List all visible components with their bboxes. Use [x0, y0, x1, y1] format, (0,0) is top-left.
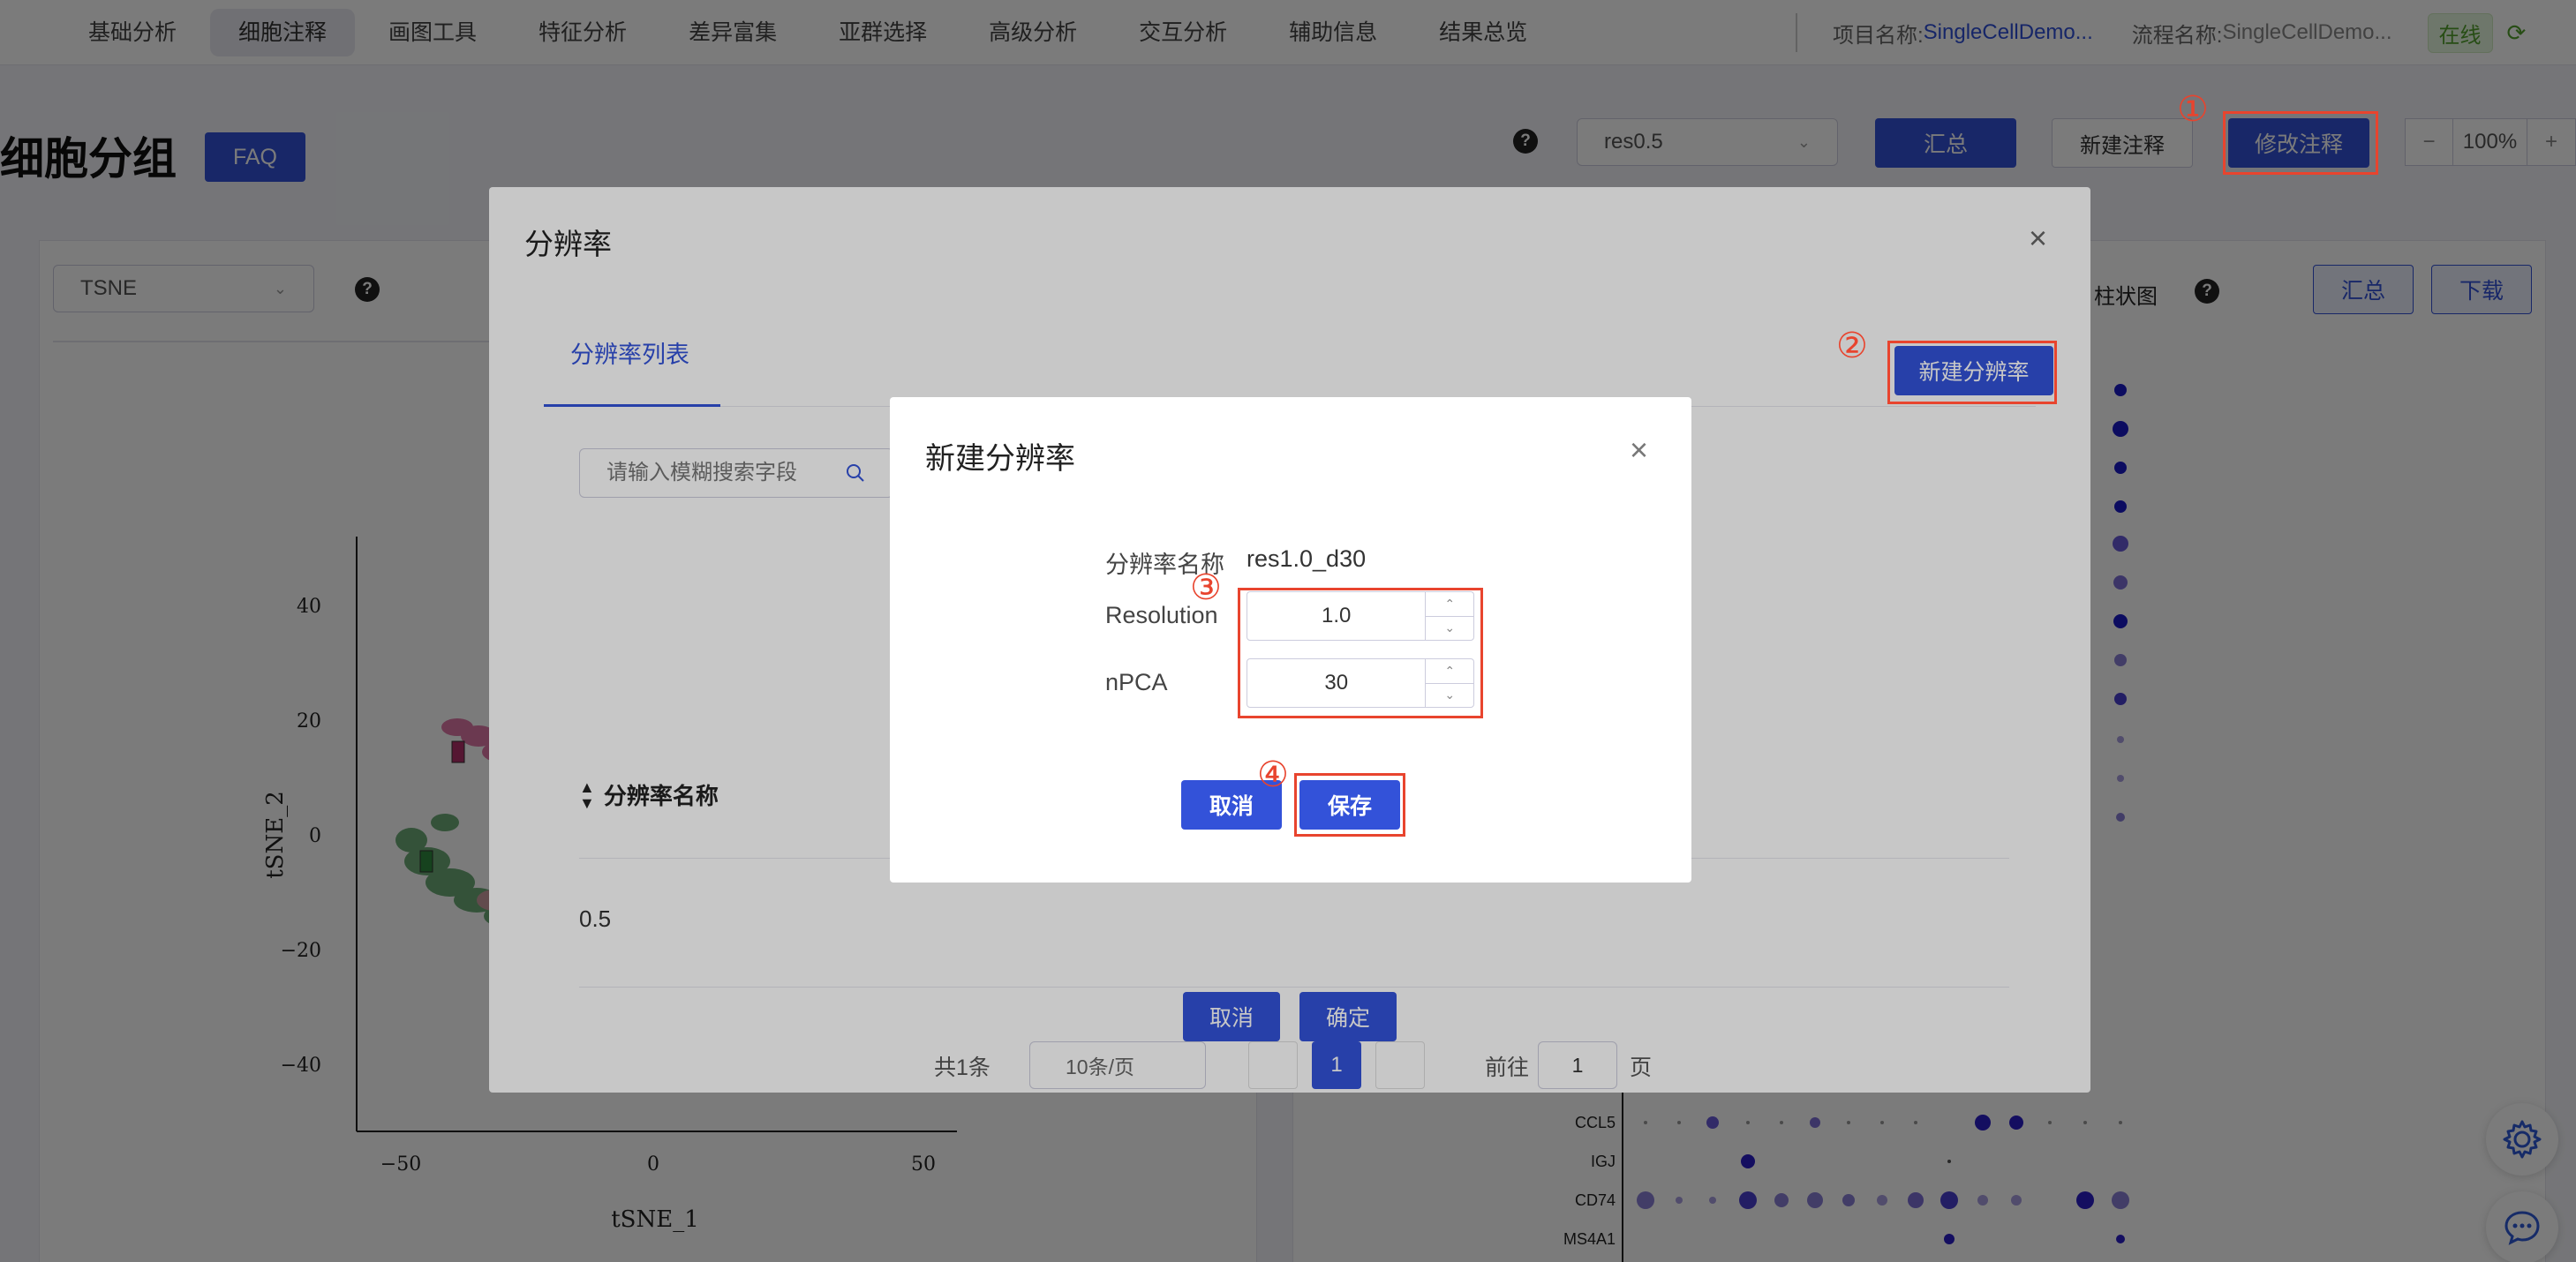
stepper-arrows: ⌃ ⌄ — [1426, 659, 1473, 707]
step-marker: ① — [2177, 89, 2209, 130]
npca-label: nPCA — [1105, 669, 1168, 695]
npca-input[interactable]: 30 — [1247, 659, 1427, 707]
resolution-name-value: res1.0_d30 — [1247, 545, 1367, 572]
chevron-up-icon[interactable]: ⌃ — [1426, 659, 1473, 684]
app-root: 基础分析 细胞注释 画图工具 特征分析 差异富集 亚群选择 高级分析 交互分析 … — [0, 0, 2576, 1262]
step-marker: ② — [1836, 326, 1868, 366]
dialog-title: 新建分辨率 — [925, 442, 1075, 476]
step-marker: ④ — [1257, 755, 1289, 795]
chevron-down-icon[interactable]: ⌄ — [1426, 617, 1473, 641]
step-marker: ③ — [1190, 567, 1222, 608]
chevron-down-icon[interactable]: ⌄ — [1426, 684, 1473, 708]
npca-stepper[interactable]: 30 ⌃ ⌄ — [1247, 658, 1474, 708]
resolution-input[interactable]: 1.0 — [1247, 592, 1427, 640]
close-icon[interactable]: × — [1630, 434, 1648, 466]
resolution-stepper[interactable]: 1.0 ⌃ ⌄ — [1247, 591, 1474, 641]
chevron-up-icon[interactable]: ⌃ — [1426, 592, 1473, 617]
save-button[interactable]: 保存 — [1299, 780, 1400, 830]
stepper-arrows: ⌃ ⌄ — [1426, 592, 1473, 640]
new-resolution-dialog: 新建分辨率 × 分辨率名称 res1.0_d30 Resolution 1.0 … — [890, 397, 1691, 883]
